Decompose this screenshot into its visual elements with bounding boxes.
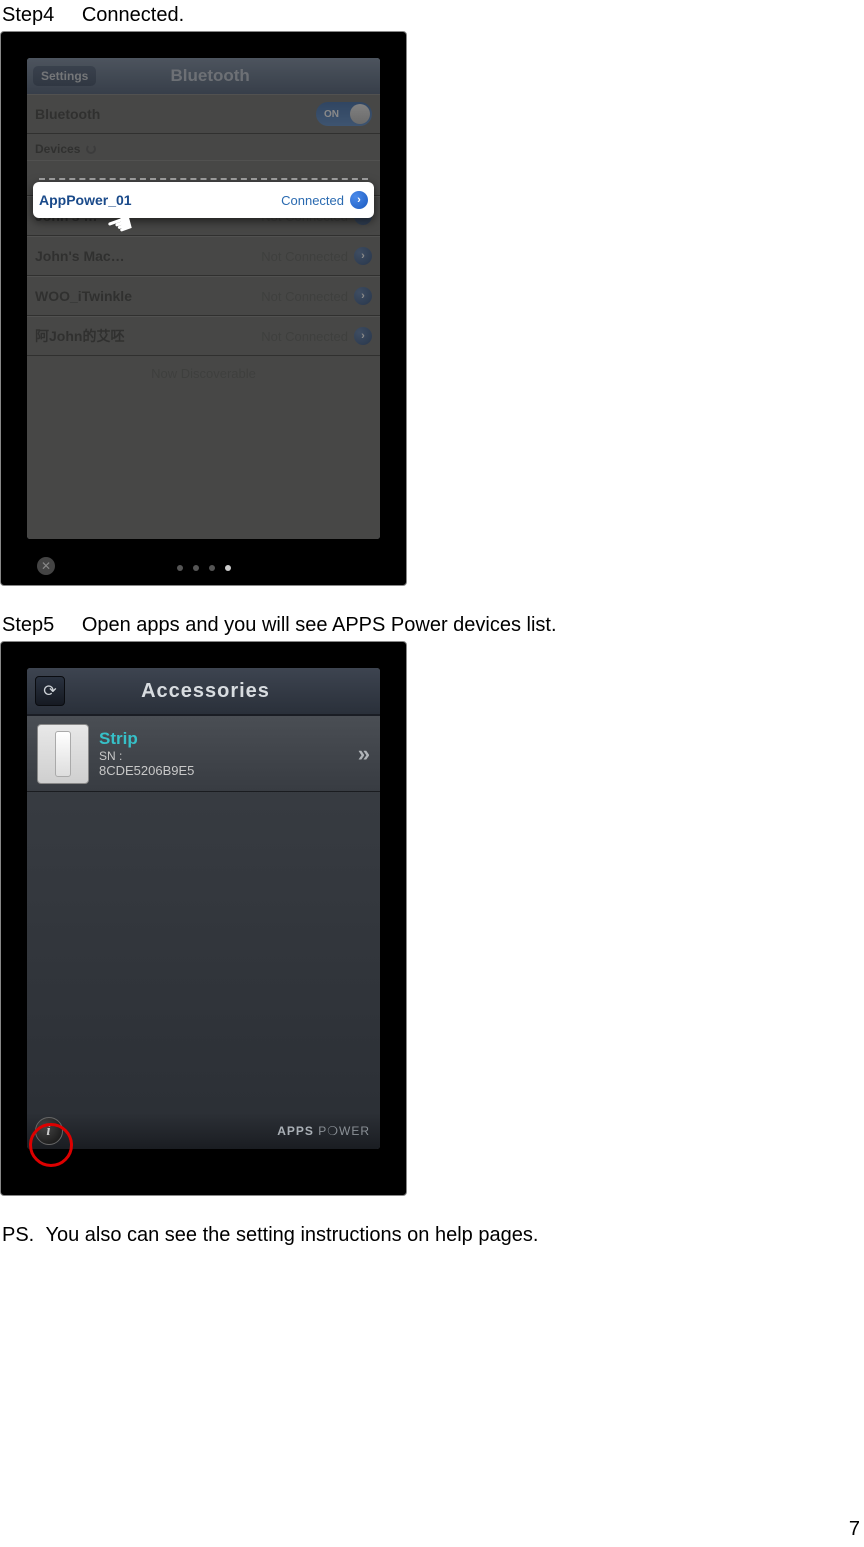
device-status: Not Connected: [261, 249, 348, 264]
accessory-thumbnail: [37, 724, 89, 784]
chevron-right-icon[interactable]: ›: [354, 327, 372, 345]
accessories-title: Accessories: [39, 680, 372, 703]
switch-knob: [350, 104, 370, 124]
tablet-accessories: ⟳ Accessories Strip SN : 8CDE5206B9E5 » …: [0, 641, 407, 1196]
chevron-right-icon[interactable]: ›: [354, 247, 372, 265]
bluetooth-body: Bluetooth ON Devices John's … Not Connec…: [27, 94, 380, 539]
bluetooth-toggle-label: Bluetooth: [35, 106, 316, 122]
chevron-right-icon[interactable]: ›: [354, 287, 372, 305]
logo-apps: APPS: [277, 1124, 314, 1138]
accessory-name: Strip: [99, 729, 348, 749]
bluetooth-screen: Settings Bluetooth Bluetooth ON Devices …: [27, 58, 380, 539]
device-row[interactable]: 阿John的艾呸 Not Connected ›: [27, 316, 380, 356]
logo-power: P❍WER: [318, 1124, 370, 1138]
dot: [177, 565, 183, 571]
dot: [209, 565, 215, 571]
popup-device-status: Connected: [281, 193, 344, 208]
device-name: 阿John的艾呸: [35, 326, 261, 346]
step4-line: Step4 Connected.: [0, 4, 864, 27]
accessories-header: ⟳ Accessories: [27, 668, 380, 716]
device-status: Not Connected: [261, 289, 348, 304]
ps-text: You also can see the setting instruction…: [45, 1224, 538, 1246]
step4-label: Step4: [2, 4, 54, 26]
ps-line: PS. You also can see the setting instruc…: [0, 1224, 864, 1247]
chevron-right-icon[interactable]: ›: [350, 191, 368, 209]
accessories-footer: i APPS P❍WER: [27, 1113, 380, 1149]
bluetooth-header: Settings Bluetooth: [27, 58, 380, 94]
accessories-screen: ⟳ Accessories Strip SN : 8CDE5206B9E5 » …: [27, 668, 380, 1149]
page-number: 7: [849, 1518, 860, 1541]
spinner-icon: [86, 144, 96, 154]
step4-text: Connected.: [82, 4, 184, 26]
step5-label: Step5: [2, 614, 54, 636]
device-row[interactable]: John's Mac… Not Connected ›: [27, 236, 380, 276]
devices-label-text: Devices: [35, 142, 80, 156]
accessories-body: Strip SN : 8CDE5206B9E5 »: [27, 716, 380, 1113]
device-row[interactable]: WOO_iTwinkle Not Connected ›: [27, 276, 380, 316]
device-name: WOO_iTwinkle: [35, 288, 261, 304]
dot-active: [225, 565, 231, 571]
tablet-bluetooth: Settings Bluetooth Bluetooth ON Devices …: [0, 31, 407, 586]
step5-line: Step5 Open apps and you will see APPS Po…: [0, 614, 864, 637]
accessory-info: Strip SN : 8CDE5206B9E5: [99, 729, 348, 778]
accessory-sn: 8CDE5206B9E5: [99, 763, 348, 778]
chevron-right-icon[interactable]: »: [358, 741, 370, 767]
ps-label: PS.: [2, 1224, 34, 1246]
accessory-sn-label: SN :: [99, 749, 348, 763]
devices-section-label: Devices: [27, 134, 380, 160]
bluetooth-switch[interactable]: ON: [316, 102, 372, 126]
accessory-row[interactable]: Strip SN : 8CDE5206B9E5 »: [27, 716, 380, 792]
device-name: John's Mac…: [35, 248, 261, 264]
dot: [193, 565, 199, 571]
discoverable-label: Now Discoverable: [27, 356, 380, 391]
apps-power-logo: APPS P❍WER: [277, 1124, 370, 1138]
strip-icon: [55, 731, 71, 777]
step5-text: Open apps and you will see APPS Power de…: [82, 614, 557, 636]
bluetooth-toggle-row[interactable]: Bluetooth ON: [27, 94, 380, 134]
red-highlight-ring: [29, 1123, 73, 1167]
device-popup-row[interactable]: AppPower_01 Connected ›: [33, 182, 374, 218]
page-dots: [1, 565, 406, 571]
popup-device-name: AppPower_01: [39, 192, 281, 208]
device-status: Not Connected: [261, 329, 348, 344]
bluetooth-title: Bluetooth: [46, 66, 374, 86]
switch-on-label: ON: [324, 109, 339, 120]
